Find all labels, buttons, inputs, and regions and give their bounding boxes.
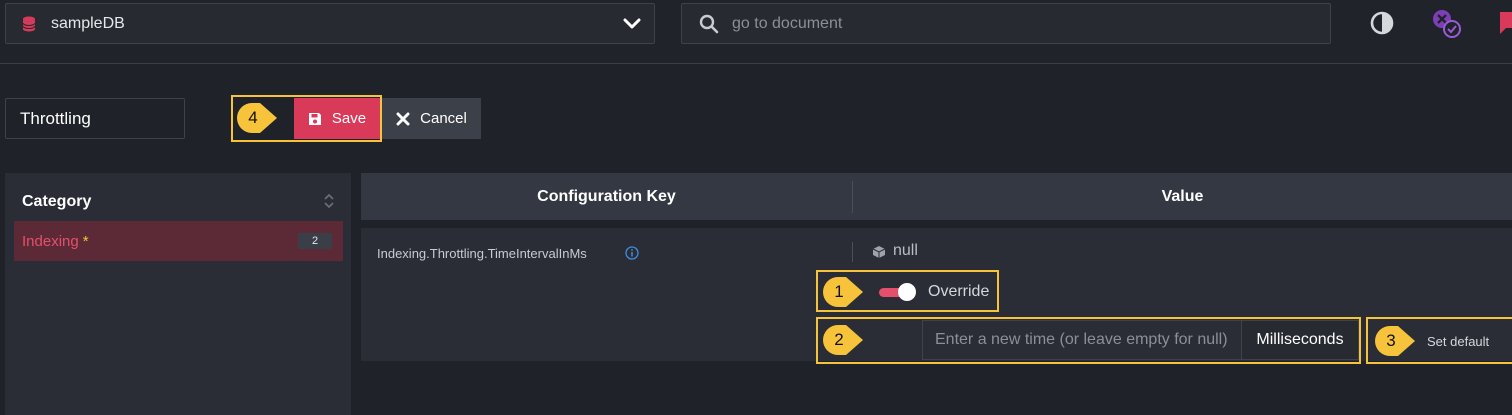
chat-icon[interactable] — [1498, 10, 1512, 36]
toggle-knob — [898, 283, 916, 301]
database-name: sampleDB — [51, 15, 125, 32]
search-icon — [699, 14, 719, 34]
sort-icon[interactable] — [323, 193, 335, 209]
save-button-label: Save — [331, 110, 367, 127]
configuration-name-field — [5, 98, 185, 139]
override-label: Override — [928, 283, 990, 300]
column-header-configuration-key: Configuration Key — [537, 188, 676, 205]
current-value: null — [893, 242, 918, 259]
callout-badge-1: 1 — [823, 277, 863, 307]
callout-number: 4 — [248, 108, 258, 127]
chevron-down-icon[interactable] — [622, 16, 642, 32]
configuration-key: Indexing.Throttling.TimeIntervalInMs — [377, 246, 587, 261]
callout-badge-3: 3 — [1375, 326, 1415, 356]
category-header: Category — [22, 193, 92, 210]
category-panel: Category Indexing * 2 — [5, 173, 351, 415]
contrast-icon[interactable] — [1369, 10, 1395, 36]
configuration-name-input[interactable] — [20, 108, 170, 130]
override-toggle[interactable] — [879, 283, 917, 301]
cancel-button-label: Cancel — [420, 110, 467, 127]
database-selector[interactable]: sampleDB — [5, 3, 655, 44]
callout-number: 2 — [834, 330, 844, 349]
save-icon — [308, 112, 321, 125]
category-count-badge: 2 — [298, 233, 332, 249]
unit-addon: Milliseconds — [1241, 320, 1359, 360]
close-icon — [396, 112, 410, 125]
row-divider — [852, 242, 853, 262]
callout-number: 3 — [1386, 331, 1396, 350]
time-value-input[interactable] — [922, 320, 1242, 360]
category-item-indexing[interactable]: Indexing * 2 — [14, 221, 343, 261]
modified-marker: * — [82, 233, 89, 250]
column-header-value: Value — [1161, 188, 1204, 205]
callout-number: 1 — [834, 282, 844, 301]
callout-badge-4: 4 — [237, 103, 277, 133]
cancel-button[interactable]: Cancel — [382, 98, 481, 139]
top-bar: sampleDB — [0, 0, 1512, 64]
go-to-document-input[interactable] — [732, 12, 1312, 36]
set-default-button[interactable]: Set default — [1427, 334, 1489, 349]
search-box — [681, 3, 1331, 44]
notification-icon[interactable] — [1430, 8, 1464, 40]
save-button[interactable]: Save — [294, 98, 380, 139]
database-icon — [22, 16, 36, 32]
table-header: Configuration Key Value — [361, 173, 1512, 220]
category-item-label: Indexing * — [22, 233, 89, 250]
info-icon[interactable] — [625, 246, 639, 260]
cube-icon — [872, 246, 886, 258]
callout-badge-2: 2 — [823, 325, 863, 355]
